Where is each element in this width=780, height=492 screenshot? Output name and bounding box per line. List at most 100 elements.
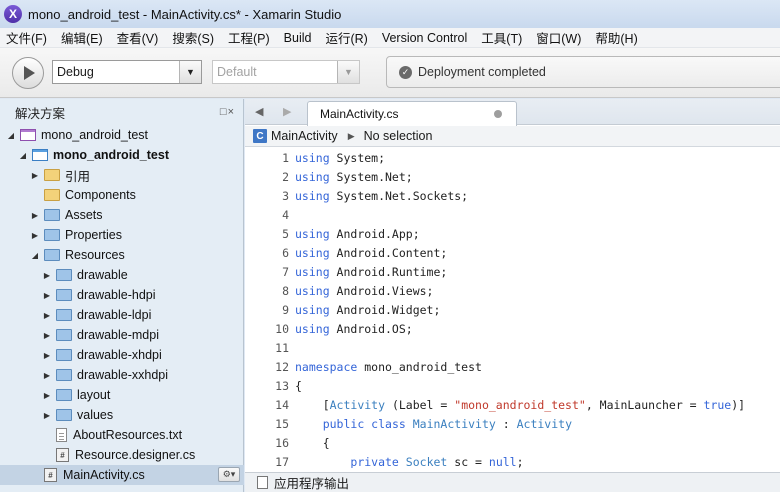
tree-item[interactable]: # MainActivity.cs ⚙▾ <box>0 465 244 485</box>
collapsed-arrow-icon[interactable]: ▶ <box>42 390 52 400</box>
target-device-select[interactable]: Default ▼ <box>212 60 360 84</box>
tree-item-label: 引用 <box>65 169 91 184</box>
tree-item[interactable]: ◢ Resources <box>0 245 244 265</box>
code-editor[interactable]: 1 using System; 2 using System.Net; 3 using S… <box>245 148 780 469</box>
menu-item[interactable]: 搜索(S) <box>172 28 214 47</box>
tree-item[interactable]: ▶ drawable-ldpi <box>0 305 244 325</box>
code-token: ; <box>516 454 524 469</box>
code-text: using System.Net; <box>295 170 413 184</box>
tree-item[interactable]: AboutResources.txt <box>0 425 244 445</box>
tree-item[interactable]: ▶ Properties <box>0 225 244 245</box>
breadcrumb-member[interactable]: No selection <box>364 129 433 143</box>
tree-item[interactable]: ▶ 引用 <box>0 165 244 185</box>
code-token: Android.Widget; <box>329 302 441 317</box>
collapsed-arrow-icon[interactable]: ▶ <box>30 230 40 240</box>
menu-item[interactable]: 工具(T) <box>481 28 522 47</box>
menu-item[interactable]: 帮助(H) <box>595 28 637 47</box>
folder-icon <box>56 309 72 321</box>
tree-item[interactable]: ▶ drawable-hdpi <box>0 285 244 305</box>
menu-item[interactable]: 编辑(E) <box>61 28 103 47</box>
collapsed-arrow-icon[interactable]: ▶ <box>30 170 40 180</box>
code-text: using Android.Content; <box>295 246 447 260</box>
code-text: using Android.Widget; <box>295 303 440 317</box>
menu-item[interactable]: 文件(F) <box>6 28 47 47</box>
nav-back-icon[interactable]: ◀ <box>255 105 263 118</box>
modified-dot-icon[interactable] <box>494 110 502 118</box>
code-token: true <box>703 397 732 412</box>
chevron-down-icon[interactable]: ▼ <box>179 61 201 83</box>
output-icon <box>257 476 268 489</box>
menu-item[interactable]: Version Control <box>382 31 467 45</box>
collapsed-arrow-icon[interactable]: ▶ <box>42 270 52 280</box>
code-text: [Activity (Label = "mono_android_test", … <box>295 398 745 412</box>
tree-item[interactable]: ▶ drawable-mdpi <box>0 325 244 345</box>
code-token: [ <box>295 397 330 412</box>
tree-item[interactable]: ▶ layout <box>0 385 244 405</box>
tree-item[interactable]: # Resource.designer.cs <box>0 445 244 465</box>
collapsed-arrow-icon[interactable]: ▶ <box>30 210 40 220</box>
code-token: "mono_android_test" <box>454 397 586 412</box>
run-button[interactable] <box>12 57 44 89</box>
breadcrumb-class[interactable]: MainActivity <box>271 129 338 143</box>
tree-item[interactable]: ▶ drawable-xhdpi <box>0 345 244 365</box>
line-number: 16 <box>275 435 289 450</box>
menu-item[interactable]: Build <box>284 31 312 45</box>
code-token: Android.OS; <box>329 321 413 336</box>
folder-icon <box>56 349 72 361</box>
code-text: using System.Net.Sockets; <box>295 189 468 203</box>
tree-item-label: values <box>77 408 114 422</box>
tree-item-label: drawable <box>77 268 128 282</box>
code-line: 12 namespace mono_android_test <box>245 357 780 376</box>
collapsed-arrow-icon[interactable]: ▶ <box>42 290 52 300</box>
gear-icon[interactable]: ⚙▾ <box>218 467 240 482</box>
tree-item[interactable]: ▶ drawable-xxhdpi <box>0 365 244 385</box>
expanded-arrow-icon[interactable]: ◢ <box>6 130 16 140</box>
expanded-arrow-icon[interactable]: ◢ <box>18 150 28 160</box>
code-token: MainActivity <box>412 416 496 431</box>
code-token: public class <box>322 416 406 431</box>
folder-icon <box>44 249 60 261</box>
menu-item[interactable]: 查看(V) <box>117 28 159 47</box>
tree-item[interactable]: Components <box>0 185 244 205</box>
output-pad-label: 应用程序输出 <box>274 477 350 491</box>
line-number: 3 <box>282 188 289 203</box>
status-area: ✓ Deployment completed <box>386 56 780 88</box>
folder-icon <box>56 269 72 281</box>
chevron-down-icon[interactable]: ▼ <box>337 61 359 83</box>
code-text: using System; <box>295 151 385 165</box>
code-token: , MainLauncher = <box>585 397 704 412</box>
menu-item[interactable]: 工程(P) <box>228 28 270 47</box>
nav-forward-icon[interactable]: ▶ <box>283 105 291 118</box>
line-number: 6 <box>282 245 289 260</box>
menu-item[interactable]: 窗口(W) <box>536 28 581 47</box>
tree-item[interactable]: ▶ values <box>0 405 244 425</box>
tree-item[interactable]: ▶ Assets <box>0 205 244 225</box>
collapsed-arrow-icon[interactable]: ▶ <box>42 310 52 320</box>
folder-icon <box>56 369 72 381</box>
configuration-select[interactable]: Debug ▼ <box>52 60 202 84</box>
cs-file-icon: # <box>44 468 57 482</box>
code-text: using Android.Views; <box>295 284 433 298</box>
tree-item[interactable]: ◢ mono_android_test <box>0 125 244 145</box>
tree-item-label: MainActivity.cs <box>63 468 145 482</box>
expanded-arrow-icon[interactable]: ◢ <box>30 250 40 260</box>
code-token: namespace <box>295 359 358 374</box>
folder-icon <box>44 169 60 181</box>
output-pad-tab[interactable]: 应用程序输出 <box>245 472 780 492</box>
code-token: using <box>295 264 330 279</box>
tree-item[interactable]: ▶ drawable <box>0 265 244 285</box>
code-line: 16 { <box>245 433 780 452</box>
tree-item[interactable]: ◢ mono_android_test <box>0 145 244 165</box>
tab-mainactivity[interactable]: MainActivity.cs <box>307 101 517 126</box>
panel-dock-close-icons[interactable]: □× <box>220 106 235 118</box>
code-text: private Socket sc = null; <box>295 454 524 469</box>
code-text: namespace mono_android_test <box>295 360 482 374</box>
collapsed-arrow-icon[interactable]: ▶ <box>42 350 52 360</box>
collapsed-arrow-icon[interactable]: ▶ <box>42 370 52 380</box>
code-token: using <box>295 150 330 165</box>
menu-item[interactable]: 运行(R) <box>325 28 367 47</box>
collapsed-arrow-icon[interactable]: ▶ <box>42 410 52 420</box>
collapsed-arrow-icon[interactable]: ▶ <box>42 330 52 340</box>
